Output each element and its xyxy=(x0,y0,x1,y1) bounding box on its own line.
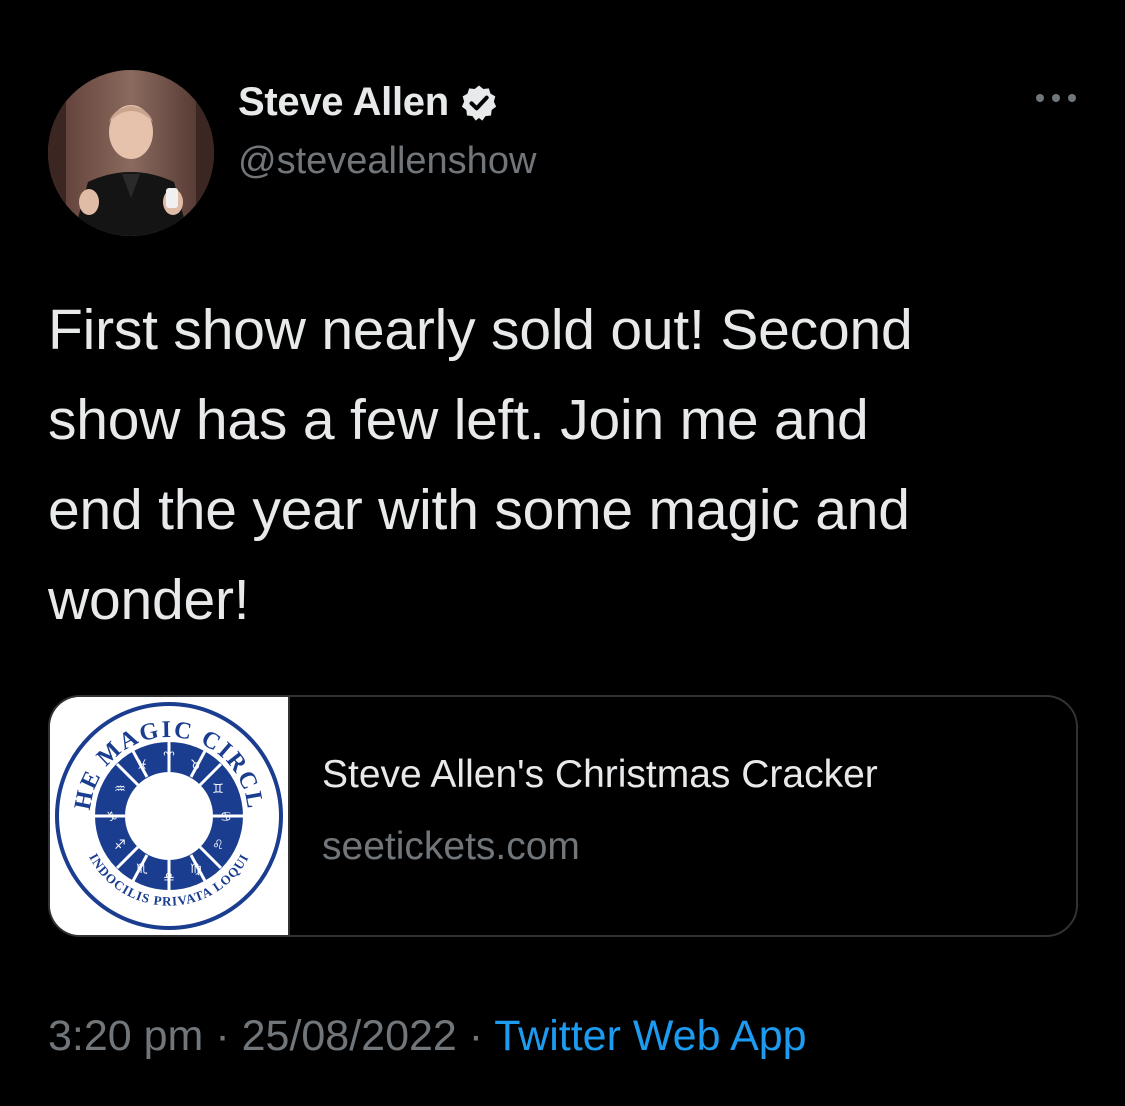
tweet-time[interactable]: 3:20 pm xyxy=(48,1012,203,1060)
avatar[interactable] xyxy=(48,70,214,236)
tweet-text: First show nearly sold out! Second show … xyxy=(48,285,1078,645)
more-horizontal-icon[interactable] xyxy=(1034,88,1078,108)
svg-text:♒: ♒ xyxy=(114,782,126,797)
tweet-date[interactable]: 25/08/2022 xyxy=(242,1012,457,1060)
svg-text:♑: ♑ xyxy=(106,810,118,825)
meta-separator: · xyxy=(468,1012,484,1060)
svg-text:♌: ♌ xyxy=(212,838,224,853)
link-preview-card[interactable]: ♈ ♉ ♊ ♋ ♌ ♍ ♎ ♏ ♐ ♑ ♒ ♓ THE MAGIC CIRCLE… xyxy=(48,695,1078,937)
svg-text:♉: ♉ xyxy=(190,758,202,773)
tweet-source-link[interactable]: Twitter Web App xyxy=(494,1012,806,1060)
avatar-photo xyxy=(48,70,214,236)
card-thumbnail: ♈ ♉ ♊ ♋ ♌ ♍ ♎ ♏ ♐ ♑ ♒ ♓ THE MAGIC CIRCLE… xyxy=(50,697,290,935)
tweet-text-line: show has a few left. Join me and xyxy=(48,388,869,452)
svg-text:♍: ♍ xyxy=(190,862,202,877)
svg-text:♋: ♋ xyxy=(220,810,232,825)
svg-text:♈: ♈ xyxy=(163,750,175,765)
author-display-name[interactable]: Steve Allen xyxy=(238,80,449,125)
svg-text:♏: ♏ xyxy=(136,862,148,877)
author-handle[interactable]: @steveallenshow xyxy=(238,140,536,183)
magic-circle-logo: ♈ ♉ ♊ ♋ ♌ ♍ ♎ ♏ ♐ ♑ ♒ ♓ THE MAGIC CIRCLE… xyxy=(50,697,288,935)
card-title[interactable]: Steve Allen's Christmas Cracker xyxy=(322,753,878,797)
meta-separator: · xyxy=(215,1012,230,1060)
tweet-text-line: First show nearly sold out! Second xyxy=(48,298,913,362)
tweet-text-line: wonder! xyxy=(48,568,250,632)
card-domain: seetickets.com xyxy=(322,825,580,868)
svg-text:♎: ♎ xyxy=(163,870,175,885)
svg-text:♐: ♐ xyxy=(114,838,126,853)
verified-badge-icon xyxy=(461,85,497,121)
tweet-header: Steve Allen @steveallenshow xyxy=(48,70,1078,236)
svg-text:♓: ♓ xyxy=(136,758,148,773)
tweet-text-line: end the year with some magic and xyxy=(48,478,910,542)
name-row: Steve Allen xyxy=(238,80,499,125)
svg-text:♊: ♊ xyxy=(212,782,224,797)
tweet-meta: 3:20 pm · 25/08/2022 · Twitter Web App xyxy=(48,1012,807,1061)
